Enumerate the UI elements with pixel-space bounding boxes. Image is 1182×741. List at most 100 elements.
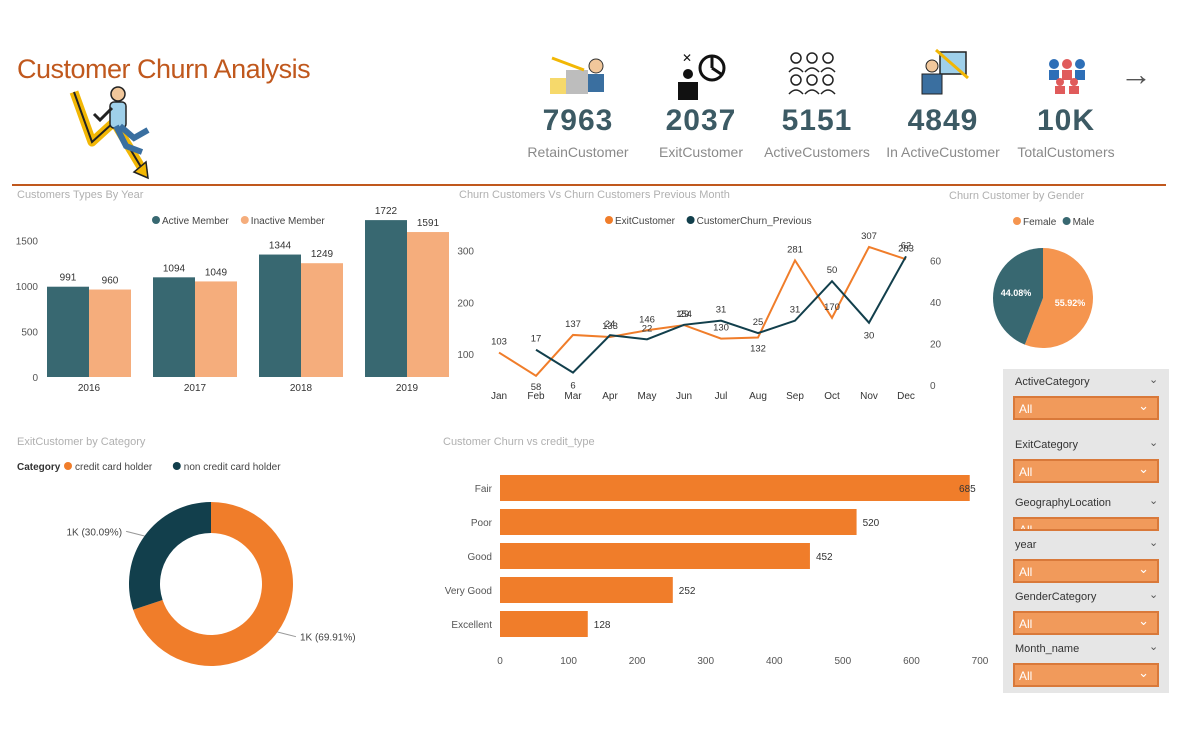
chevron-down-icon[interactable]: ⌄	[1149, 536, 1158, 549]
data-label: 31	[716, 305, 727, 316]
kpi-inactive-customer: 4849 In ActiveCustomer	[880, 104, 1006, 160]
slicer-dropdown-year[interactable]: All ⌄	[1013, 559, 1159, 583]
kpi-label: ExitCustomer	[658, 144, 744, 160]
data-label: 30	[864, 331, 875, 342]
svg-text:✕: ✕	[682, 51, 692, 65]
kpi-active-customers: 5151 ActiveCustomers	[758, 104, 876, 160]
customer-types-by-year-chart: Active Member Inactive Member 0 500 1000 1500…	[16, 206, 449, 394]
x-tick-label: 2016	[78, 383, 101, 394]
slicer-dropdown-month[interactable]: All ⌄	[1013, 663, 1159, 687]
x-tick-label: Jan	[491, 391, 507, 402]
data-label: 132	[750, 344, 766, 355]
kpi-value: 10K	[1036, 104, 1096, 137]
page-title: Customer Churn Analysis	[17, 54, 311, 84]
data-label: 6	[570, 381, 575, 392]
y-tick-label: 100	[457, 350, 474, 361]
y-tick-label: 500	[21, 327, 38, 338]
data-label: 50	[827, 265, 838, 276]
inactive-customer-icon	[918, 48, 970, 103]
y-tick-label: Fair	[475, 484, 493, 495]
leader-line	[125, 530, 145, 537]
bar	[47, 286, 89, 377]
y-tick-label: 300	[457, 247, 474, 258]
slice-label: 44.08%	[1001, 288, 1032, 298]
legend-marker	[686, 216, 695, 224]
data-label: 1094	[163, 263, 186, 274]
y-tick-label: Very Good	[445, 586, 492, 597]
data-label: 31	[790, 305, 801, 316]
y-tick-label: 200	[457, 298, 474, 309]
chevron-down-icon[interactable]: ⌄	[1149, 494, 1158, 507]
slicer-dropdown-gender[interactable]: All ⌄	[1013, 611, 1159, 635]
bar	[500, 543, 810, 569]
data-label: 22	[642, 323, 653, 334]
legend-title: Category	[17, 462, 61, 473]
x-tick-label: 700	[972, 656, 989, 667]
y-tick-label: Good	[468, 552, 492, 563]
slicer-value: All	[1019, 565, 1033, 579]
exit-by-category-chart: Category credit card holder non credit car…	[17, 462, 356, 666]
y-tick-label: 0	[32, 373, 38, 384]
bar	[195, 281, 237, 377]
slice-label: 1K (69.91%)	[300, 633, 356, 644]
chevron-down-icon[interactable]: ⌄	[1149, 373, 1158, 386]
chevron-down-icon: ⌄	[1138, 665, 1149, 680]
kpi-retain-customer: 7963 RetainCustomer	[520, 104, 636, 160]
chevron-down-icon: ⌄	[1138, 613, 1149, 628]
legend-marker	[1013, 217, 1021, 225]
next-page-button[interactable]: →	[1120, 56, 1152, 93]
chart-title-churn-by-gender: Churn Customer by Gender	[949, 190, 1085, 202]
slicer-label: GeographyLocation	[1015, 497, 1112, 509]
kpi-exit-customer: 2037 ExitCustomer	[646, 104, 756, 160]
slicer-dropdown-geography[interactable]: All	[1013, 517, 1159, 531]
data-label: 685	[959, 484, 976, 495]
churn-by-gender-chart: Female Male 55.92% 44.08%	[993, 217, 1095, 348]
chevron-down-icon: ⌄	[1138, 398, 1149, 413]
data-label: 128	[594, 620, 611, 631]
data-label: 960	[102, 276, 119, 287]
bar	[301, 263, 343, 377]
kpi-value: 7963	[542, 104, 614, 137]
chevron-down-icon[interactable]: ⌄	[1149, 588, 1158, 601]
legend-marker	[64, 462, 72, 470]
bar	[500, 611, 588, 637]
chevron-down-icon: ⌄	[1138, 561, 1149, 576]
data-label: 62	[901, 240, 912, 251]
legend-marker	[172, 462, 181, 470]
data-label: 29	[679, 309, 690, 320]
x-tick-label: 0	[497, 656, 503, 667]
kpi-label: ActiveCustomers	[764, 144, 870, 160]
legend-marker	[240, 216, 249, 224]
chevron-down-icon[interactable]: ⌄	[1149, 436, 1158, 449]
bar	[500, 577, 673, 603]
data-label: 252	[679, 586, 696, 597]
churn-vs-previous-chart: ExitCustomer CustomerChurn_Previous100200…	[457, 216, 942, 402]
data-label: 1344	[269, 241, 292, 252]
bar	[407, 232, 449, 377]
chevron-down-icon: ⌄	[1138, 461, 1149, 476]
exit-customer-icon: ✕	[676, 50, 728, 107]
x-tick-label: Jun	[676, 391, 692, 402]
slicer-label: year	[1015, 539, 1037, 551]
slicer-value: All	[1019, 465, 1033, 479]
data-label: 1591	[417, 218, 440, 229]
active-customers-icon	[786, 50, 838, 103]
y-tick-label: 1500	[16, 236, 39, 247]
slicer-dropdown-exit-category[interactable]: All ⌄	[1013, 459, 1159, 483]
legend-label: ExitCustomer	[615, 216, 676, 227]
series-line	[498, 245, 907, 378]
kpi-value: 4849	[907, 104, 979, 137]
data-label: 281	[787, 244, 803, 255]
donut-slice	[129, 502, 211, 610]
slicer-value: All	[1019, 617, 1033, 631]
chevron-down-icon[interactable]: ⌄	[1149, 640, 1158, 653]
bar	[365, 220, 407, 377]
legend-label: Inactive Member	[251, 216, 326, 227]
header-divider	[12, 184, 1166, 186]
x-tick-label: Aug	[749, 391, 767, 402]
data-label: 1049	[205, 267, 228, 278]
bar	[153, 277, 195, 377]
kpi-value: 2037	[665, 104, 737, 137]
data-label: 452	[816, 552, 833, 563]
slicer-dropdown-active-category[interactable]: All ⌄	[1013, 396, 1159, 420]
